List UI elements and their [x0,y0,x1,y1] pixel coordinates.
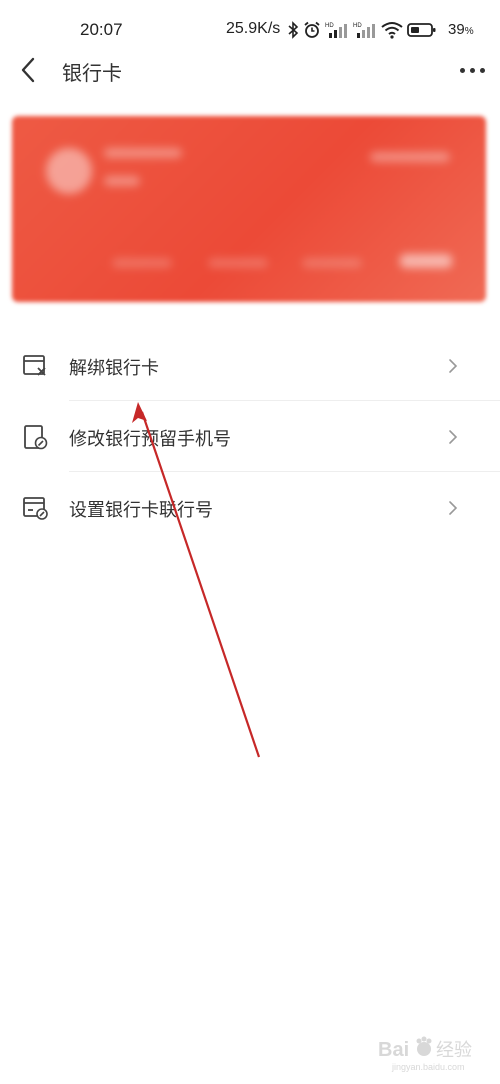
bluetooth-icon [288,21,299,39]
battery-percent: 39% [448,21,474,38]
svg-text:Bai: Bai [378,1039,409,1061]
chevron-right-icon [449,430,458,444]
bank-card[interactable] [12,116,486,302]
phone-edit-icon [24,425,48,450]
card-edit-icon [23,497,48,520]
baidu-jingyan-watermark: Bai 经验 jingyan.baidu.com [372,1030,492,1074]
menu-item-label: 修改银行预留手机号 [69,429,231,450]
chevron-right-icon [449,359,458,373]
signal-hd-2-icon: HD [353,23,375,38]
svg-text:经验: 经验 [436,1040,472,1061]
back-button[interactable] [12,54,44,86]
status-time: 20:07 [80,20,123,39]
chevron-left-icon [21,57,35,83]
wifi-icon [381,22,403,39]
menu-item-edit-phone[interactable]: 修改银行预留手机号 [0,401,500,472]
card-remove-icon [23,355,46,376]
more-button[interactable] [452,56,492,84]
signal-hd-1-icon: HD [325,23,347,38]
card-options-list: 解绑银行卡 修改银行预留手机号 设置银行卡联行号 [0,330,500,543]
header-bar: 银行卡 [0,46,500,96]
bank-logo [46,148,92,194]
page-title: 银行卡 [62,61,122,85]
menu-item-label: 设置银行卡联行号 [69,500,213,521]
alarm-icon [304,21,320,38]
menu-item-unbind-card[interactable]: 解绑银行卡 [0,330,500,401]
menu-item-set-bank-code[interactable]: 设置银行卡联行号 [0,472,500,543]
status-net-speed: 25.9K/s [226,20,281,37]
more-horizontal-icon [459,67,465,73]
svg-text:HD: HD [325,23,334,29]
chevron-right-icon [449,501,458,515]
svg-text:HD: HD [353,23,362,29]
battery-icon [407,23,436,37]
svg-text:jingyan.baidu.com: jingyan.baidu.com [391,1062,465,1072]
menu-item-label: 解绑银行卡 [69,358,159,379]
status-icons: HD HD [287,20,437,40]
